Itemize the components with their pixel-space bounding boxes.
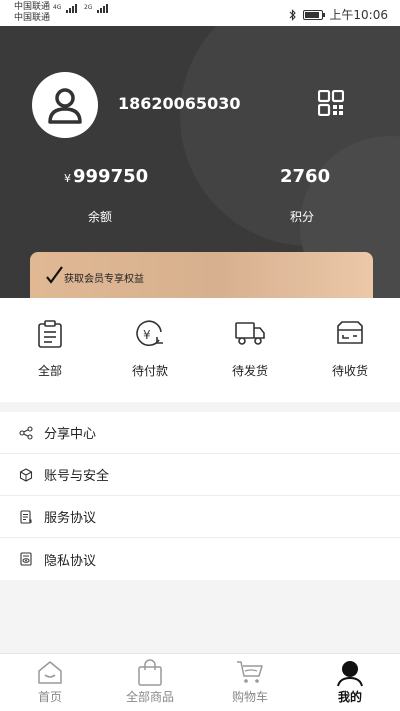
balance-amount[interactable]: ¥999750 [64, 166, 148, 187]
tab-mine[interactable]: 我的 [300, 654, 400, 711]
settings-menu: 分享中心 账号与安全 服务协议 隐私协议 [0, 412, 400, 580]
share-icon [19, 425, 33, 440]
profile-header: 18620065030 ¥999750 余额 2760 积分 获取会员专享权益 [0, 26, 400, 298]
tab-cart-label: 购物车 [231, 690, 268, 704]
privacy-icon [20, 552, 32, 566]
menu-item-account-security[interactable]: 账号与安全 [0, 454, 400, 496]
balance-value: 999750 [73, 166, 149, 187]
order-all[interactable]: 全部 [0, 298, 100, 402]
order-pending-payment-label: 待付款 [131, 364, 168, 378]
menu-label-share-center: 分享中心 [44, 427, 97, 442]
tab-home[interactable]: 首页 [0, 654, 100, 711]
svg-text:¥: ¥ [143, 328, 151, 342]
menu-label-privacy-agreement: 隐私协议 [44, 553, 97, 569]
network-1: 4G [52, 4, 62, 11]
truck-icon [235, 322, 265, 345]
points-value[interactable]: 2760 [280, 166, 330, 187]
shopping-bag-icon [138, 659, 162, 686]
phone-number: 18620065030 [118, 94, 241, 113]
balance-label: 余额 [88, 210, 113, 224]
checkmark-icon [46, 266, 63, 284]
order-shortcuts: 全部 ¥ 待付款 待发货 待收货 [0, 298, 400, 402]
member-card-text: 获取会员专享权益 [64, 274, 144, 285]
order-pending-shipment[interactable]: 待发货 [200, 298, 300, 402]
qr-code-icon[interactable] [318, 90, 344, 116]
carrier-2: 中国联通 [14, 13, 51, 23]
home-icon [38, 661, 62, 684]
signal-icon-2 [97, 2, 109, 13]
tab-all-products[interactable]: 全部商品 [100, 654, 200, 711]
cart-icon [237, 661, 263, 683]
order-pending-shipment-label: 待发货 [231, 364, 268, 378]
tab-cart[interactable]: 购物车 [200, 654, 300, 711]
tab-all-products-label: 全部商品 [125, 690, 174, 704]
box-icon [337, 321, 363, 344]
menu-label-account-security: 账号与安全 [44, 469, 110, 484]
status-bar: 中国联通 4G 2G 中国联通 上午10:06 [0, 0, 400, 26]
order-pending-receipt-label: 待收货 [331, 364, 368, 378]
user-avatar-icon [48, 88, 82, 124]
battery-icon [303, 9, 326, 20]
member-benefits-card[interactable]: 获取会员专享权益 [30, 252, 373, 298]
user-icon [337, 661, 363, 687]
bottom-tab-bar: 首页 全部商品 购物车 我的 [0, 653, 400, 711]
payment-icon: ¥ [136, 320, 163, 347]
carrier-info: 中国联通 4G 2G 中国联通 [14, 2, 109, 24]
menu-label-service-agreement: 服务协议 [44, 511, 97, 526]
document-icon [20, 509, 32, 524]
order-pending-receipt[interactable]: 待收货 [300, 298, 400, 402]
order-pending-payment[interactable]: ¥ 待付款 [100, 298, 200, 402]
avatar[interactable] [32, 72, 98, 138]
currency-symbol: ¥ [64, 172, 71, 185]
clipboard-icon [38, 320, 62, 348]
order-all-label: 全部 [37, 364, 62, 378]
menu-item-service-agreement[interactable]: 服务协议 [0, 496, 400, 538]
carrier-1: 中国联通 [14, 2, 51, 12]
tab-mine-label: 我的 [337, 690, 362, 704]
signal-icon [66, 2, 78, 13]
network-2: 2G [83, 4, 93, 11]
menu-item-privacy-agreement[interactable]: 隐私协议 [0, 538, 400, 580]
menu-item-share-center[interactable]: 分享中心 [0, 412, 400, 454]
points-label: 积分 [290, 210, 315, 224]
status-right: 上午10:06 [289, 6, 388, 23]
tab-home-label: 首页 [37, 690, 62, 704]
bluetooth-icon [290, 8, 297, 21]
clock: 上午10:06 [329, 8, 388, 22]
shield-icon [19, 467, 33, 482]
